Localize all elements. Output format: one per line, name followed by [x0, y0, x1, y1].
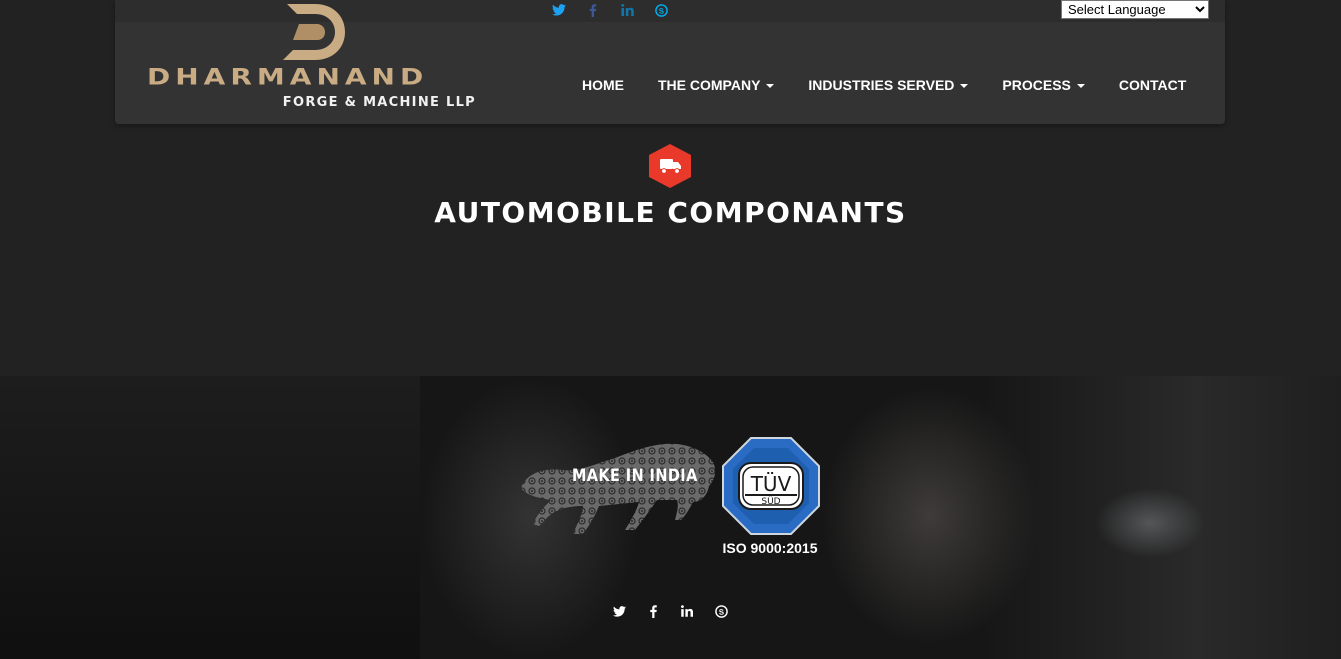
tuv-bottom-label: SÜD	[761, 496, 780, 507]
twitter-icon[interactable]	[552, 3, 566, 17]
nav-industries-served[interactable]: INDUSTRIES SERVED	[791, 77, 985, 93]
nav-the-company[interactable]: THE COMPANY	[641, 77, 791, 93]
nav-contact-label: CONTACT	[1118, 77, 1187, 93]
skype-icon[interactable]	[654, 3, 668, 17]
nav-contact[interactable]: CONTACT	[1102, 77, 1203, 93]
page-title: AUTOMOBILE COMPONANTS	[434, 196, 907, 229]
site-header: Select Language DHARMANAND FORGE & MACHI…	[115, 0, 1225, 124]
nav-process-label: PROCESS	[1002, 77, 1071, 93]
facebook-icon[interactable]	[586, 3, 600, 17]
iso-certification: ISO 9000:2015	[722, 540, 818, 556]
tuv-sud-badge-icon: TÜV SÜD	[722, 437, 820, 535]
linkedin-icon[interactable]	[620, 3, 634, 17]
company-logo[interactable]: DHARMANAND FORGE & MACHINE LLP	[145, 2, 480, 114]
nav-home[interactable]: HOME	[565, 77, 641, 93]
caret-down-icon	[1076, 83, 1085, 88]
footer-bg-shade	[0, 376, 420, 659]
nav-industries-label: INDUSTRIES SERVED	[808, 77, 955, 93]
main-navigation: HOME THE COMPANY INDUSTRIES SERVED PROCE…	[565, 77, 1203, 93]
footer-bg-blur	[1095, 488, 1205, 558]
truck-icon	[649, 144, 691, 188]
logo-subtitle: FORGE & MACHINE LLP	[282, 95, 476, 110]
nav-company-label: THE COMPANY	[658, 77, 761, 93]
make-in-india-lion-icon	[521, 443, 716, 534]
skype-icon[interactable]	[714, 604, 728, 618]
caret-down-icon	[766, 83, 775, 88]
caret-down-icon	[960, 83, 969, 88]
twitter-icon[interactable]	[612, 604, 626, 618]
facebook-icon[interactable]	[646, 604, 660, 618]
tuv-top-label: TÜV	[750, 472, 792, 496]
logo-name: DHARMANAND	[147, 64, 429, 91]
make-in-india-label: MAKE IN INDIA	[572, 466, 698, 486]
nav-home-label: HOME	[582, 77, 624, 93]
logo-d-mark-icon	[283, 4, 345, 60]
footer-social-links	[612, 604, 728, 618]
linkedin-icon[interactable]	[680, 604, 694, 618]
nav-process[interactable]: PROCESS	[985, 77, 1101, 93]
header-social-links	[552, 3, 668, 17]
language-select[interactable]: Select Language	[1061, 0, 1209, 19]
